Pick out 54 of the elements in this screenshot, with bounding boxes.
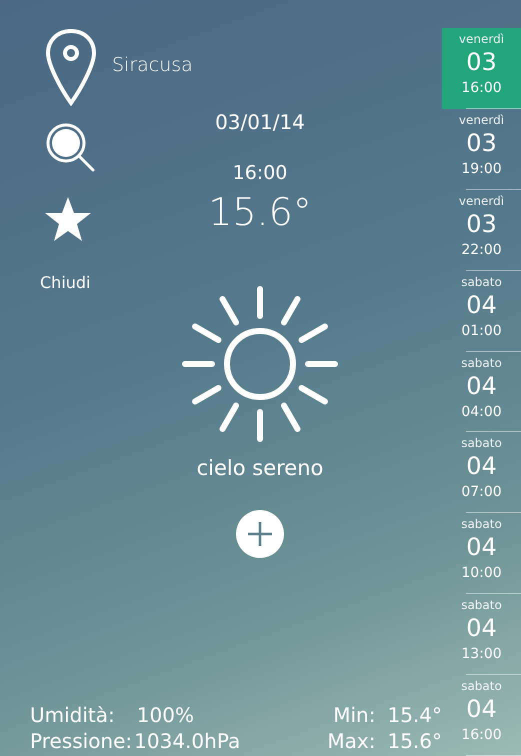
- forecast-time: 13:00: [461, 646, 502, 662]
- forecast-item[interactable]: sabato 04 10:00: [442, 513, 521, 594]
- plus-icon: [247, 521, 273, 547]
- day-name: venerdì: [458, 32, 504, 46]
- forecast-item[interactable]: venerdì 03 22:00: [442, 190, 521, 271]
- day-number: 04: [466, 695, 497, 724]
- day-name: sabato: [461, 436, 502, 450]
- time-text: 16:00: [232, 162, 288, 184]
- close-button[interactable]: Chiudi: [40, 273, 90, 292]
- humidity-value: 100%: [136, 702, 194, 728]
- humidity-label: Umidità:: [30, 702, 115, 728]
- forecast-item[interactable]: sabato 04 13:00: [442, 594, 521, 676]
- city-name: Siracusa: [112, 54, 193, 76]
- forecast-item[interactable]: venerdì 03 16:00: [442, 28, 521, 109]
- day-name: sabato: [461, 598, 502, 612]
- day-number: 04: [466, 372, 497, 400]
- forecast-time: 01:00: [461, 322, 502, 339]
- forecast-item[interactable]: sabato 04 16:00: [442, 675, 521, 756]
- day-name: sabato: [461, 356, 502, 370]
- min-value: 15.4°: [387, 702, 442, 728]
- add-button[interactable]: [236, 510, 284, 558]
- day-number: 03: [466, 48, 497, 76]
- forecast-item[interactable]: sabato 04 07:00: [442, 432, 521, 514]
- day-name: sabato: [461, 679, 502, 694]
- sun-icon: [180, 284, 340, 444]
- day-name: venerdì: [458, 194, 504, 208]
- day-number: 04: [466, 452, 497, 480]
- temperature: 15.6°: [208, 190, 312, 234]
- forecast-time: 07:00: [461, 484, 502, 500]
- pressure-label: Pressione:: [30, 728, 132, 754]
- min-label: Min:: [333, 702, 376, 728]
- date-text: 03/01/14: [215, 110, 305, 134]
- forecast-time: 22:00: [461, 242, 502, 258]
- day-number: 03: [466, 128, 497, 157]
- max-label: Max:: [327, 728, 376, 754]
- day-number: 03: [466, 210, 497, 238]
- forecast-time: 16:00: [461, 727, 502, 744]
- day-name: venerdì: [458, 112, 504, 127]
- forecast-item[interactable]: sabato 04 04:00: [442, 352, 521, 432]
- forecast-time: 10:00: [461, 565, 502, 582]
- condition-text: cielo sereno: [196, 456, 324, 480]
- max-value: 15.6°: [387, 728, 442, 754]
- day-number: 04: [466, 533, 497, 562]
- day-name: sabato: [461, 517, 502, 532]
- pressure-value: 1034.0hPa: [134, 728, 240, 754]
- forecast-time: 19:00: [461, 160, 502, 177]
- forecast-time: 16:00: [461, 80, 502, 96]
- day-name: sabato: [461, 274, 502, 289]
- forecast-item[interactable]: sabato 04 01:00: [442, 270, 521, 352]
- day-number: 04: [466, 290, 497, 319]
- day-number: 04: [466, 614, 497, 642]
- forecast-time: 04:00: [461, 404, 502, 420]
- forecast-item[interactable]: venerdì 03 19:00: [442, 108, 521, 190]
- location-pin-icon[interactable]: [44, 28, 98, 109]
